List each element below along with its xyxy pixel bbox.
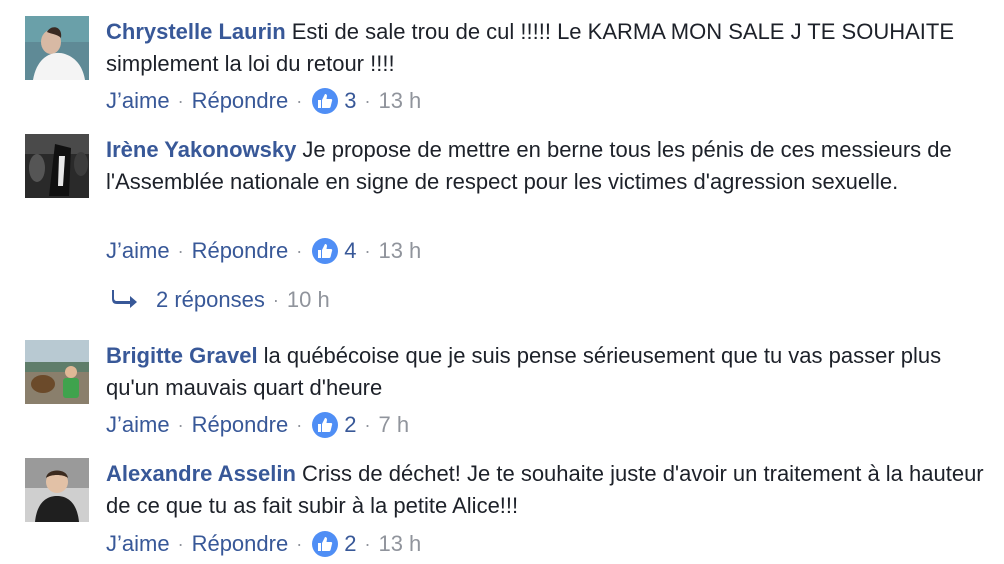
separator: · — [364, 533, 371, 554]
like-link[interactable]: J’aime — [106, 412, 170, 438]
comment-author[interactable]: Alexandre Asselin — [106, 461, 296, 486]
avatar[interactable] — [25, 340, 89, 404]
avatar[interactable] — [25, 458, 89, 522]
comment-text-block: Chrystelle Laurin Esti de sale trou de cu… — [106, 16, 986, 80]
thumbs-up-icon[interactable] — [312, 88, 339, 114]
comment-author[interactable]: Irène Yakonowsky — [106, 137, 296, 162]
replies-timestamp: 10 h — [286, 287, 330, 312]
like-count[interactable]: 2 — [344, 531, 356, 557]
timestamp[interactable]: 7 h — [378, 412, 409, 438]
separator: · — [272, 289, 279, 310]
thumbs-up-icon[interactable] — [312, 531, 339, 557]
separator: · — [364, 240, 371, 261]
comment-actions: J’aime · Répondre · 3 · 13 h — [106, 86, 421, 116]
like-link[interactable]: J’aime — [106, 238, 170, 264]
separator: · — [364, 90, 371, 111]
comment-actions: J’aime · Répondre · 2 · 13 h — [106, 529, 421, 559]
timestamp[interactable]: 13 h — [378, 88, 421, 114]
avatar-image — [25, 340, 89, 404]
separator: · — [296, 414, 303, 435]
avatar[interactable] — [25, 134, 89, 198]
like-count[interactable]: 3 — [344, 88, 356, 114]
avatar[interactable] — [25, 16, 89, 80]
separator: · — [296, 533, 303, 554]
view-replies[interactable]: 2 réponses · 10 h — [112, 285, 330, 315]
separator: · — [177, 90, 184, 111]
separator: · — [177, 414, 184, 435]
comment-text-block: Alexandre Asselin Criss de déchet! Je te … — [106, 458, 986, 522]
separator: · — [177, 240, 184, 261]
comment-author[interactable]: Chrystelle Laurin — [106, 19, 286, 44]
reply-link[interactable]: Répondre — [192, 238, 289, 264]
replies-count-link[interactable]: 2 réponses — [156, 287, 265, 313]
thumbs-up-icon[interactable] — [312, 412, 339, 438]
separator: · — [296, 240, 303, 261]
reply-arrow-icon — [112, 290, 137, 308]
avatar-image — [25, 458, 89, 522]
separator: · — [296, 90, 303, 111]
reply-link[interactable]: Répondre — [192, 412, 289, 438]
reply-link[interactable]: Répondre — [192, 531, 289, 557]
timestamp[interactable]: 13 h — [378, 531, 421, 557]
like-count[interactable]: 4 — [344, 238, 356, 264]
comment-text-block: Irène Yakonowsky Je propose de mettre en … — [106, 134, 986, 198]
comment-actions: J’aime · Répondre · 4 · 13 h — [106, 236, 421, 266]
comment-actions: J’aime · Répondre · 2 · 7 h — [106, 410, 409, 440]
reply-link[interactable]: Répondre — [192, 88, 289, 114]
avatar-image — [25, 16, 89, 80]
comment-text-block: Brigitte Gravel la québécoise que je suis… — [106, 340, 986, 404]
separator: · — [177, 533, 184, 554]
like-link[interactable]: J’aime — [106, 88, 170, 114]
avatar-image — [25, 134, 89, 198]
like-count[interactable]: 2 — [344, 412, 356, 438]
comment-author[interactable]: Brigitte Gravel — [106, 343, 258, 368]
like-link[interactable]: J’aime — [106, 531, 170, 557]
separator: · — [364, 414, 371, 435]
timestamp[interactable]: 13 h — [378, 238, 421, 264]
thumbs-up-icon[interactable] — [312, 238, 339, 264]
